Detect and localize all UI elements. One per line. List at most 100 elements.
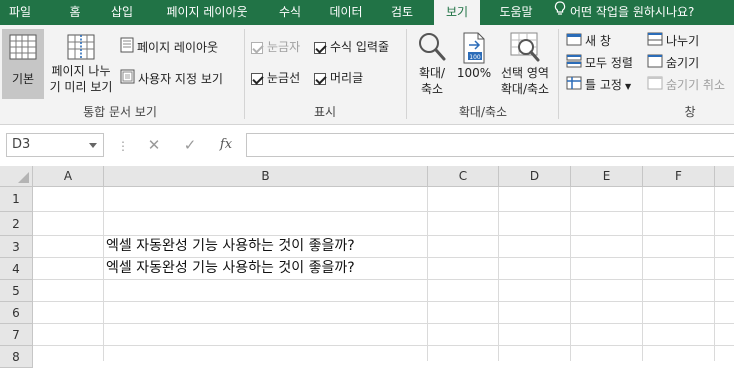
tab-insert[interactable]: 삽입 [103,0,141,25]
ribbon-view: 기본 페이지 나누 기 미리 보기 페이지 레이아웃 사용자 지정 보기 통합 … [0,25,734,125]
page-break-preview-icon [67,34,95,60]
row-header-2[interactable]: 2 [0,212,33,236]
chevron-down-icon[interactable] [89,143,97,148]
hide-label: 숨기기 [666,56,700,70]
custom-views-button[interactable]: 사용자 지정 보기 [120,69,223,89]
cancel-icon[interactable]: ✕ [143,133,165,157]
name-box[interactable]: D3 [6,133,104,157]
tab-data[interactable]: 데이터 [320,0,372,25]
column-header-e[interactable]: E [571,166,643,187]
group-separator [406,29,407,119]
magnifier-icon [419,33,446,61]
tab-help[interactable]: 도움말 [486,0,546,25]
new-window-label: 새 창 [585,34,611,48]
zoom-to-selection-button[interactable]: 선택 영역 확대/축소 [494,29,556,101]
row-header-5[interactable]: 5 [0,280,33,302]
arrange-all-button[interactable]: 모두 정렬 [566,53,633,73]
insert-function-icon[interactable]: fx [215,133,237,157]
formula-input[interactable] [246,133,734,157]
column-header-d[interactable]: D [499,166,571,187]
gridlines-label: 눈금선 [267,71,301,85]
formula-bar-check-icon [314,41,326,54]
column-header-overflow[interactable] [715,166,734,187]
zoom-to-selection-icon [510,32,540,62]
chevron-down-icon: ▼ [624,82,632,91]
split-button[interactable]: 나누기 [647,31,699,51]
formula-bar-checkbox[interactable]: 수식 입력줄 [314,37,389,57]
normal-view-icon [9,34,37,60]
zoom-100-label: 100% [456,66,492,80]
page-break-preview-button[interactable]: 페이지 나누 기 미리 보기 [46,29,116,99]
hide-button[interactable]: 숨기기 [647,53,699,73]
tab-formulas[interactable]: 수식 [270,0,310,25]
unhide-button[interactable]: 숨기기 취소 [647,75,725,95]
custom-views-icon [120,69,135,90]
column-header-b[interactable]: B [104,166,428,187]
gridlines-checkbox[interactable]: 눈금선 [251,68,300,88]
show-group-label: 표시 [313,105,337,119]
tab-view[interactable]: 보기 [434,0,480,25]
row-header-4[interactable]: 4 [0,258,33,280]
zoom-button[interactable]: 확대/ 축소 [412,29,452,101]
zoom-100-button[interactable]: 100 100% [454,29,494,101]
tab-review[interactable]: 검토 [380,0,424,25]
row-header-1[interactable]: 1 [0,187,33,212]
cell-b3[interactable]: 엑셀 자동완성 기능 사용하는 것이 좋을까? [106,236,355,256]
enter-icon[interactable]: ✓ [179,133,201,157]
ribbon-tab-bar: 파일 홈 삽입 페이지 레이아웃 수식 데이터 검토 보기 도움말 어떤 작업을… [0,0,734,25]
worksheet-grid[interactable]: A B C D E F 1 2 3 4 5 6 7 8 엑셀 자동완성 기능 사… [0,166,734,368]
new-window-icon [566,32,582,52]
row-header-6[interactable]: 6 [0,302,33,324]
unhide-label: 숨기기 취소 [666,78,726,92]
page-layout-view-label: 페이지 레이아웃 [137,40,219,55]
tab-home[interactable]: 홈 [60,0,90,25]
row-header-7[interactable]: 7 [0,324,33,346]
headings-checkbox[interactable]: 머리글 [314,68,363,88]
lightbulb-icon [554,0,566,25]
arrange-all-label: 모두 정렬 [585,56,633,70]
window-group-label: 창 [684,105,696,119]
more-icon[interactable]: ⋮ [117,139,129,153]
headings-check-icon [314,72,326,85]
gridline [642,187,643,361]
gridline [103,187,104,361]
normal-view-label: 기본 [11,72,35,86]
tab-page-layout[interactable]: 페이지 레이아웃 [153,0,261,25]
tell-me-search[interactable]: 어떤 작업을 원하시나요? [554,0,730,25]
cell-b4[interactable]: 엑셀 자동완성 기능 사용하는 것이 좋을까? [106,258,355,278]
split-label: 나누기 [666,34,700,48]
hide-icon [647,54,663,74]
freeze-panes-button[interactable]: 틀 고정 ▼ [566,75,631,95]
zoom-label-1: 확대/ [418,66,446,80]
tab-file[interactable]: 파일 [0,0,40,25]
zoom-to-selection-label-1: 선택 영역 [501,66,549,80]
gridline [33,211,734,212]
new-window-button[interactable]: 새 창 [566,31,611,51]
page-layout-view-button[interactable]: 페이지 레이아웃 [120,37,218,57]
row-header-3[interactable]: 3 [0,236,33,258]
gridline [498,187,499,361]
gridline [33,279,734,280]
split-icon [647,32,663,52]
zoom-group-label: 확대/축소 [458,105,508,119]
freeze-panes-label: 틀 고정 [585,78,622,92]
page-layout-icon [120,37,134,59]
gridline [570,187,571,361]
ruler-checkbox[interactable]: 눈금자 [251,37,300,57]
custom-views-label: 사용자 지정 보기 [138,72,223,86]
select-all-button[interactable] [0,166,33,187]
name-box-value: D3 [12,137,31,152]
formula-bar: D3 ⋮ ✕ ✓ fx [0,125,734,166]
gridlines-check-icon [251,72,263,85]
column-header-a[interactable]: A [33,166,104,187]
column-header-f[interactable]: F [643,166,715,187]
row-header-8[interactable]: 8 [0,346,33,368]
zoom-to-selection-label-2: 확대/축소 [500,82,550,96]
freeze-panes-icon [566,76,582,96]
workbook-views-group-label: 통합 문서 보기 [83,105,157,119]
normal-view-button[interactable]: 기본 [2,29,44,99]
gridline [33,323,734,324]
ruler-label: 눈금자 [267,40,301,54]
column-header-c[interactable]: C [428,166,499,187]
page-break-preview-label-1: 페이지 나누 [51,64,111,78]
